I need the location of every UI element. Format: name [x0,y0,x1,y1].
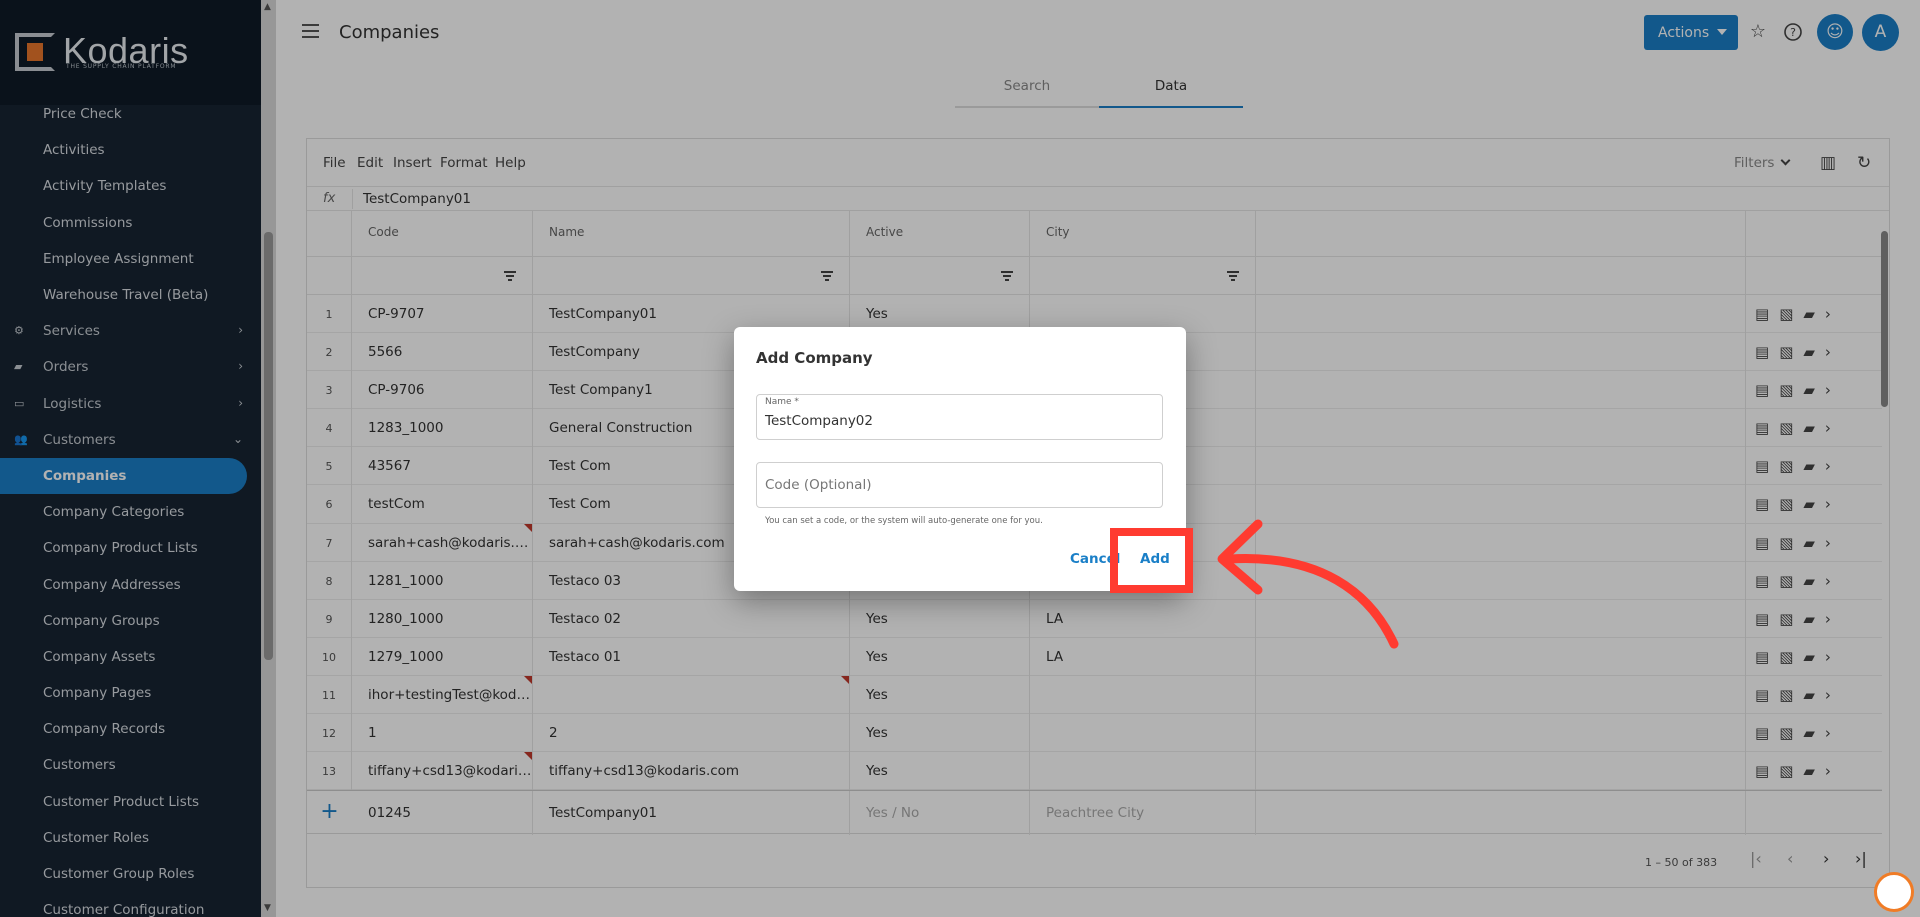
chat-widget-icon[interactable] [1874,872,1914,912]
code-field[interactable] [756,462,1163,508]
pointer-arrow-icon [1217,519,1399,649]
code-hint: You can set a code, or the system will a… [765,516,1043,526]
name-input[interactable]: TestCompany02 [765,413,1155,429]
add-button-highlight [1110,528,1193,593]
code-input[interactable] [765,477,1155,493]
name-field-label: Name * [765,397,799,407]
dialog-title: Add Company [756,349,873,367]
name-field[interactable]: Name * TestCompany02 [756,394,1163,440]
